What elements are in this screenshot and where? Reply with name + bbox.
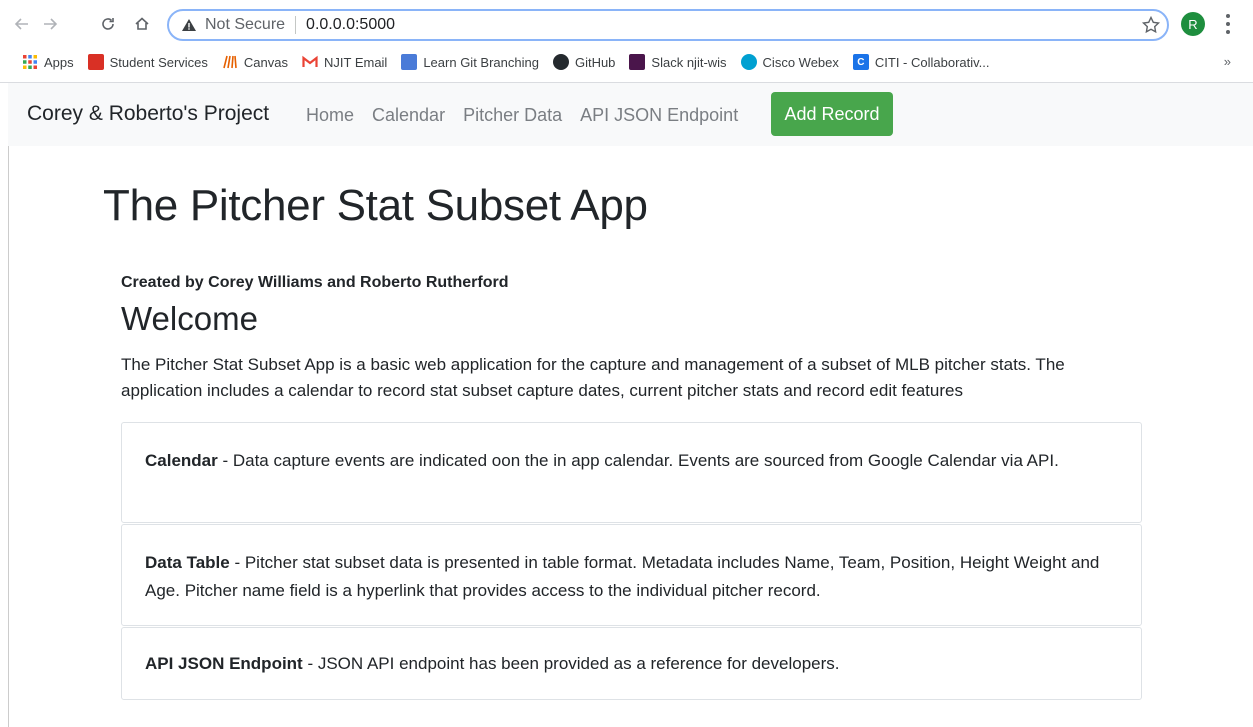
- card-text: - Pitcher stat subset data is presented …: [145, 553, 1100, 600]
- intro-paragraph: The Pitcher Stat Subset App is a basic w…: [121, 355, 1065, 400]
- navbar-brand[interactable]: Corey & Roberto's Project: [27, 102, 269, 126]
- url-text[interactable]: 0.0.0.0:5000: [306, 16, 395, 34]
- bookmark-label: Apps: [44, 54, 74, 70]
- add-record-button[interactable]: Add Record: [771, 92, 893, 136]
- welcome-heading: Welcome: [121, 300, 258, 337]
- bookmark-label: Student Services: [109, 54, 208, 70]
- home-icon[interactable]: [130, 12, 154, 36]
- bookmark-canvas[interactable]: Canvas: [222, 54, 288, 70]
- page-title: The Pitcher Stat Subset App: [103, 181, 648, 230]
- canvas-icon: [222, 54, 238, 70]
- bookmarks-bar: Apps Student Services Canvas NJIT Email …: [0, 48, 1253, 76]
- github-icon: [552, 54, 569, 70]
- forward-arrow-icon[interactable]: [38, 12, 62, 36]
- card-title: API JSON Endpoint: [145, 654, 303, 673]
- bookmark-label: Learn Git Branching: [423, 54, 539, 70]
- address-bar[interactable]: Not Secure 0.0.0.0:5000: [167, 9, 1169, 41]
- nav-links: Home Calendar Pitcher Data API JSON Endp…: [306, 105, 756, 126]
- bookmark-label: Slack njit-wis: [651, 54, 727, 70]
- nav-link-home[interactable]: Home: [306, 105, 354, 126]
- webex-icon: [740, 54, 757, 70]
- site-navbar: Corey & Roberto's Project Home Calendar …: [8, 83, 1253, 146]
- bookmarks-overflow-icon[interactable]: »: [1224, 54, 1231, 69]
- profile-avatar[interactable]: R: [1181, 12, 1205, 36]
- bookmark-label: CITI - Collaborativ...: [874, 54, 990, 70]
- student-services-icon: [87, 54, 104, 70]
- bookmark-label: NJIT Email: [324, 54, 388, 70]
- nav-link-calendar[interactable]: Calendar: [372, 105, 445, 126]
- card-text: - JSON API endpoint has been provided as…: [302, 654, 840, 673]
- bookmark-citi[interactable]: C CITI - Collaborativ...: [852, 54, 990, 70]
- card-title: Calendar: [145, 451, 218, 470]
- bookmark-njit-email[interactable]: NJIT Email: [302, 54, 387, 70]
- bookmark-cisco-webex[interactable]: Cisco Webex: [740, 54, 839, 70]
- bookmark-apps[interactable]: Apps: [22, 54, 74, 70]
- card-calendar: Calendar - Data capture events are indic…: [121, 422, 1142, 523]
- slack-icon: [629, 54, 646, 70]
- citi-icon: C: [852, 54, 869, 70]
- browser-toolbar: Not Secure 0.0.0.0:5000 R: [0, 0, 1253, 48]
- bookmark-label: Canvas: [243, 54, 288, 70]
- back-arrow-icon[interactable]: [10, 12, 34, 36]
- bookmark-slack[interactable]: Slack njit-wis: [629, 54, 727, 70]
- bookmark-star-icon[interactable]: [1141, 15, 1161, 35]
- apps-grid-icon: [22, 54, 38, 70]
- card-title: Data Table: [145, 553, 230, 572]
- bookmark-label: Cisco Webex: [762, 54, 839, 70]
- bookmark-label: GitHub: [574, 54, 616, 70]
- git-branching-icon: [401, 54, 418, 70]
- card-api-json-endpoint: API JSON Endpoint - JSON API endpoint ha…: [121, 627, 1142, 700]
- created-by-text: Created by Corey Williams and Roberto Ru…: [121, 274, 509, 291]
- card-data-table: Data Table - Pitcher stat subset data is…: [121, 524, 1142, 626]
- gmail-icon: [302, 54, 318, 70]
- bookmark-github[interactable]: GitHub: [552, 54, 616, 70]
- reload-icon[interactable]: [96, 12, 120, 36]
- warning-triangle-icon: [181, 17, 197, 33]
- security-label: Not Secure: [205, 16, 286, 33]
- bookmark-learn-git-branching[interactable]: Learn Git Branching: [401, 54, 539, 70]
- nav-link-pitcher-data[interactable]: Pitcher Data: [463, 105, 562, 126]
- card-text: - Data capture events are indicated oon …: [217, 451, 1059, 470]
- more-menu-icon[interactable]: [1224, 14, 1232, 34]
- address-separator: [295, 16, 297, 34]
- nav-link-api-json-endpoint[interactable]: API JSON Endpoint: [580, 105, 738, 126]
- bookmark-student-services[interactable]: Student Services: [87, 54, 208, 70]
